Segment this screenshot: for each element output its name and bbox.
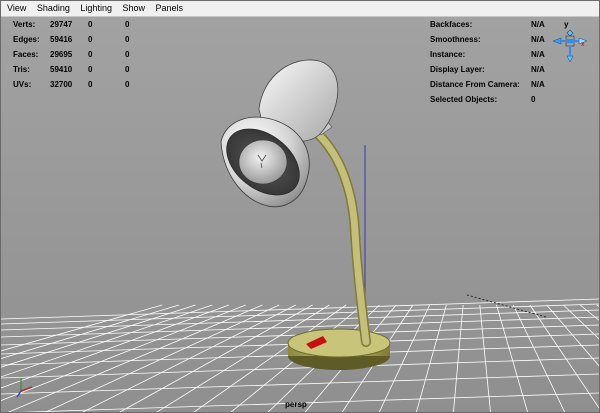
lamp-base[interactable] [287,328,391,370]
camera-name-label: persp [285,400,307,409]
maya-viewport-panel: View Shading Lighting Show Panels Verts:… [0,0,600,413]
view-cube[interactable]: y x [550,20,590,76]
menu-show[interactable]: Show [118,1,149,16]
3d-viewport[interactable]: Verts: 29747 0 0 Edges: 59416 0 0 Faces:… [1,17,599,412]
svg-text:x: x [581,41,585,48]
menu-lighting[interactable]: Lighting [76,1,116,16]
object-info-hud: Backfaces: N/A Smoothness: N/A Instance:… [430,20,545,104]
light-bulb[interactable] [238,139,288,185]
poly-count-hud: Verts: 29747 0 0 Edges: 59416 0 0 Faces:… [13,20,130,89]
menu-panels[interactable]: Panels [152,1,188,16]
menu-view[interactable]: View [1,1,30,16]
menu-shading[interactable]: Shading [33,1,74,16]
panel-menu-bar: View Shading Lighting Show Panels [1,1,599,17]
view-cube-icon[interactable]: x [550,20,590,76]
